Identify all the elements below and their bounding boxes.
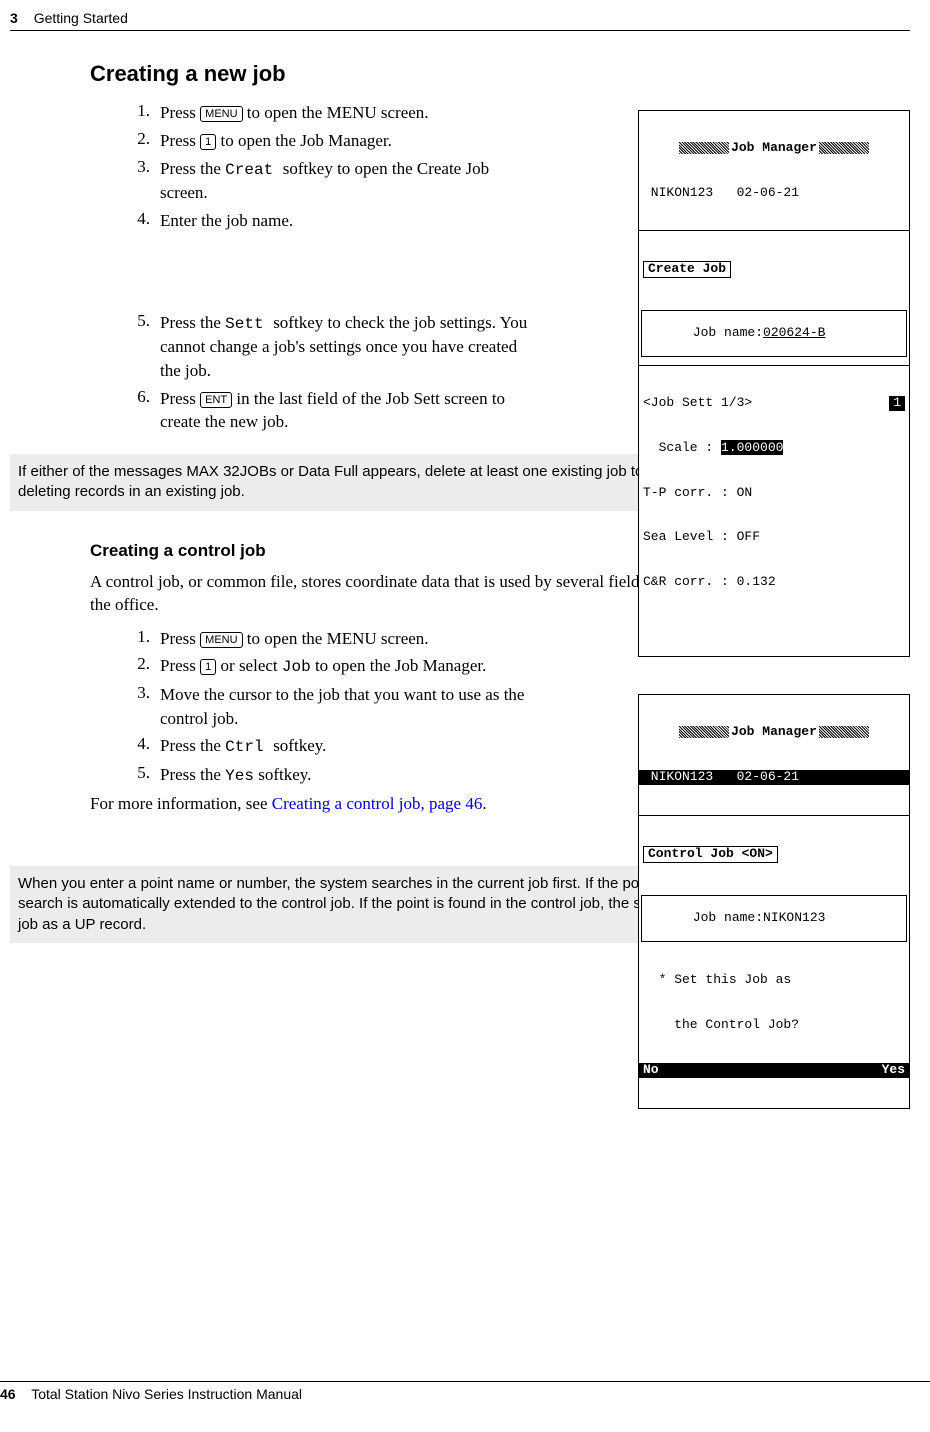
jm2-selected-row: NIKON123 02-06-21 bbox=[639, 770, 909, 785]
page-indicator: 1 bbox=[889, 396, 905, 411]
step-2: Press 1 to open the Job Manager. bbox=[160, 129, 540, 153]
page-header: 3 Getting Started bbox=[10, 10, 910, 31]
create-job-value: 020624-B bbox=[763, 325, 825, 340]
step2-2: Press 1 or select Job to open the Job Ma… bbox=[160, 654, 540, 678]
ctrl-softkeys: No Yes bbox=[639, 1063, 909, 1078]
step-3: Press the Creat softkey to open the Crea… bbox=[160, 157, 540, 205]
step2-4: Press the Ctrl softkey. bbox=[160, 734, 540, 758]
step-5: Press the Sett softkey to check the job … bbox=[160, 311, 540, 383]
heading-creating-new-job: Creating a new job bbox=[90, 61, 910, 87]
chapter-title: Getting Started bbox=[34, 10, 128, 26]
step-1: Press MENU to open the MENU screen. bbox=[160, 101, 540, 125]
page: 3 Getting Started Creating a new job Job… bbox=[0, 0, 930, 1410]
softkey-no[interactable]: No bbox=[643, 1063, 659, 1078]
create-job-label: Job name: bbox=[693, 325, 763, 340]
more-info: For more information, see Creating a con… bbox=[90, 793, 520, 816]
one-key-icon: 1 bbox=[200, 659, 216, 675]
softkey-yes[interactable]: Yes bbox=[882, 1063, 905, 1078]
screen-job-sett: <Job Sett 1/3>1 Scale : 1.000000 T-P cor… bbox=[638, 365, 910, 657]
page-number: 46 bbox=[0, 1386, 16, 1402]
ctrl-job-value: NIKON123 bbox=[763, 910, 825, 925]
step2-3: Move the cursor to the job that you want… bbox=[160, 683, 540, 731]
link-control-job[interactable]: Creating a control job, page 46 bbox=[272, 794, 483, 813]
jm1-row: NIKON123 02-06-21 bbox=[639, 186, 909, 201]
ctrl-job-label: Job name: bbox=[693, 910, 763, 925]
sea-level: Sea Level : OFF bbox=[639, 530, 909, 545]
cr-corr: C&R corr. : 0.132 bbox=[639, 575, 909, 590]
menu-key-icon: MENU bbox=[200, 106, 242, 122]
ctrl-hint: the Control Job? bbox=[639, 1018, 909, 1033]
scale-value: 1.000000 bbox=[721, 440, 783, 455]
chapter-number: 3 bbox=[10, 10, 18, 26]
tp-corr: T-P corr. : ON bbox=[639, 486, 909, 501]
step-4: Enter the job name. bbox=[160, 209, 540, 233]
step2-1: Press MENU to open the MENU screen. bbox=[160, 627, 540, 651]
manual-title: Total Station Nivo Series Instruction Ma… bbox=[31, 1386, 302, 1402]
ctrl-hint: * Set this Job as bbox=[639, 973, 909, 988]
screen-control-job: Control Job <ON> Job name:NIKON123 * Set… bbox=[638, 815, 910, 1109]
step2-5: Press the Yes softkey. bbox=[160, 763, 540, 787]
job-sett-title: <Job Sett 1/3> bbox=[643, 396, 752, 411]
menu-key-icon: MENU bbox=[200, 632, 242, 648]
step-6: Press ENT in the last field of the Job S… bbox=[160, 387, 540, 435]
page-footer: 46 Total Station Nivo Series Instruction… bbox=[0, 1381, 930, 1402]
ent-key-icon: ENT bbox=[200, 392, 232, 408]
one-key-icon: 1 bbox=[200, 134, 216, 150]
